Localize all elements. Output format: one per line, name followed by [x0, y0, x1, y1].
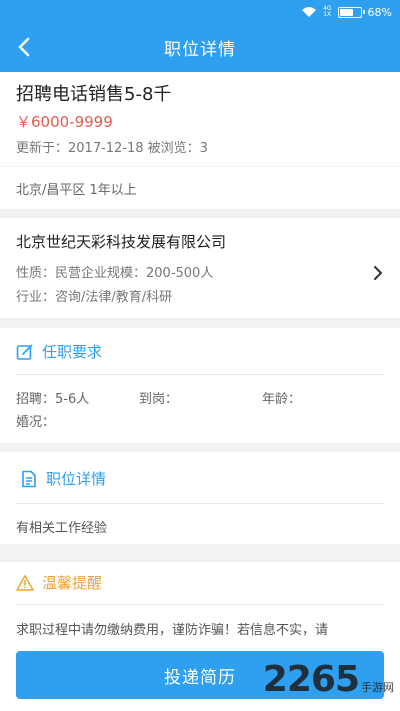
wifi-icon [302, 7, 317, 17]
requirements-title: 任职要求 [42, 343, 103, 361]
tips-title: 温馨提醒 [42, 574, 103, 592]
divider [16, 503, 384, 504]
company-nature: 性质：民营企业规模：200-500人 [16, 266, 214, 281]
document-icon [22, 470, 36, 487]
app-header: 4G 1X 68% 职位详情 [0, 0, 400, 72]
req-recruit: 招聘：5-6人 [16, 392, 90, 407]
company-name: 北京世纪天彩科技发展有限公司 [16, 233, 227, 251]
job-title: 招聘电话销售5-8千 [16, 84, 172, 105]
watermark-logo: 2265 手游网 [263, 659, 394, 700]
nav-row: 职位详情 [0, 26, 400, 68]
details-header: 职位详情 [20, 468, 106, 489]
req-arrival: 到岗： [139, 392, 179, 407]
signal-bottom-label: 1X [323, 11, 332, 18]
back-arrow-icon[interactable] [12, 34, 38, 60]
apply-resume-label: 投递简历 [164, 667, 236, 688]
battery-icon [337, 6, 365, 18]
divider [16, 374, 384, 375]
tips-header: 温馨提醒 [16, 572, 102, 593]
details-title: 职位详情 [46, 470, 107, 488]
battery-percent: 68% [367, 5, 392, 19]
req-age: 年龄： [262, 392, 302, 407]
tips-text: 求职过程中请勿缴纳费用，谨防诈骗！若信息不实，请 [16, 623, 329, 638]
status-bar: 4G 1X 68% [301, 4, 392, 20]
requirements-header: 任职要求 [16, 341, 102, 362]
salary: ￥6000-9999 [16, 113, 113, 131]
update-info: 更新于：2017-12-18 被浏览：3 [16, 141, 208, 156]
watermark-number: 2265 [262, 659, 360, 700]
warning-icon [16, 574, 34, 591]
chevron-right-icon[interactable] [372, 266, 384, 280]
company-industry: 行业：咨询/法律/教育/科研 [16, 290, 173, 305]
battery-fill [339, 8, 353, 16]
page-title: 职位详情 [164, 39, 236, 60]
req-marriage: 婚况： [16, 415, 56, 430]
divider [16, 604, 384, 605]
edit-icon [16, 344, 33, 360]
location-experience: 北京/昌平区 1年以上 [16, 183, 137, 198]
watermark-text: 手游网 [361, 681, 394, 694]
job-description: 有相关工作经验 [16, 521, 108, 536]
signal-icon: 4G 1X [323, 6, 331, 18]
